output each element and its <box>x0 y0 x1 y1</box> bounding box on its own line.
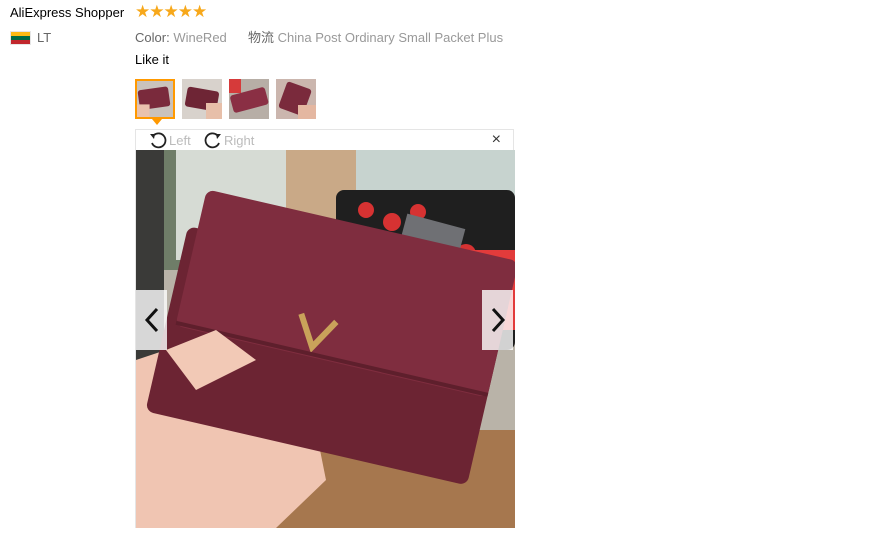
reviewer-name: AliExpress Shopper <box>10 5 125 20</box>
viewer-toolbar: Left Right × <box>136 130 513 150</box>
country-code: LT <box>37 30 52 45</box>
color-value: WineRed <box>173 30 227 45</box>
review-comment: Like it <box>135 52 169 67</box>
image-viewer: Left Right × <box>135 129 515 528</box>
order-meta: Color: WineRed 物流 China Post Ordinary Sm… <box>135 27 503 46</box>
star-icon: ★ <box>149 2 165 21</box>
review-thumbnails <box>135 79 323 119</box>
star-icon: ★ <box>163 2 179 21</box>
rotate-right-icon <box>204 132 221 149</box>
review-photo <box>136 150 515 528</box>
close-icon[interactable]: × <box>492 131 501 149</box>
rotate-right-button[interactable]: Right <box>203 131 254 149</box>
star-icon: ★ <box>192 2 208 21</box>
chevron-left-icon <box>144 307 158 333</box>
lithuania-flag-icon <box>10 30 31 45</box>
thumbnail-4[interactable] <box>276 79 316 119</box>
color-label: Color: <box>135 30 170 45</box>
rotate-left-icon <box>150 132 167 149</box>
chevron-right-icon <box>491 307 505 333</box>
active-thumbnail-caret <box>152 119 162 125</box>
rotate-left-label: Left <box>169 132 191 148</box>
reviewer-info: AliExpress Shopper LT <box>10 4 135 45</box>
shipping-value: China Post Ordinary Small Packet Plus <box>277 30 504 45</box>
rotate-left-button[interactable]: Left <box>148 131 191 149</box>
thumbnail-3[interactable] <box>229 79 269 119</box>
previous-image-button[interactable] <box>136 290 167 350</box>
rotate-right-label: Right <box>224 132 255 148</box>
thumbnail-2[interactable] <box>182 79 222 119</box>
thumbnail-1[interactable] <box>135 79 175 119</box>
reviewer-country: LT <box>10 30 135 45</box>
star-icon: ★ <box>135 2 151 21</box>
shipping-label: 物流 <box>248 30 275 45</box>
next-image-button[interactable] <box>482 290 513 350</box>
star-icon: ★ <box>177 2 193 21</box>
rating-stars: ★ ★ ★ ★ ★ <box>135 2 208 21</box>
